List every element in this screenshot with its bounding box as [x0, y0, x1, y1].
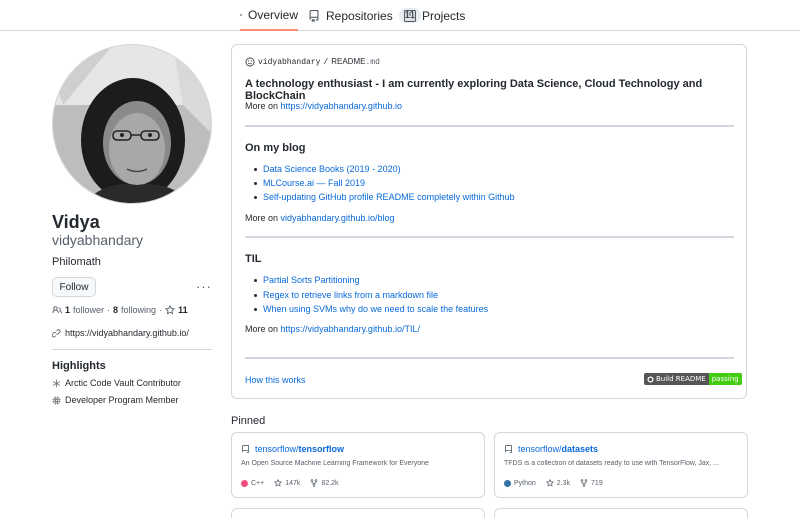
blog-link[interactable]: MLCourse.ai — Fall 2019 [254, 178, 365, 188]
repo-language: C++ [241, 479, 264, 487]
til-link[interactable]: Regex to retrieve links from a markdown … [254, 290, 438, 300]
follow-button[interactable]: Follow [52, 277, 96, 297]
readme-divider [245, 357, 734, 359]
readme-divider [245, 125, 734, 127]
profile-fullname: Vidya [52, 212, 100, 232]
smiley-icon [245, 57, 255, 67]
build-status-badge[interactable]: Build README passing [644, 373, 742, 385]
following-count[interactable]: 8 [113, 305, 118, 315]
language-color-dot [504, 479, 511, 487]
followers-label[interactable]: follower [73, 305, 104, 315]
star-icon [165, 305, 176, 315]
readme-website-link[interactable]: https://vidyabhandary.github.io [281, 101, 402, 111]
readme-path: vidyabhandary / README.md [245, 57, 380, 67]
repo-language: Python [504, 479, 536, 487]
profile-bio: Philomath [52, 256, 101, 268]
profile-username: vidyabhandary [52, 232, 144, 248]
how-this-works-link[interactable]: How this works [245, 375, 306, 385]
pinned-repo-description: An Open Source Machine Learning Framewor… [241, 460, 429, 467]
readme-path-user[interactable]: vidyabhandary [258, 58, 320, 67]
stars-count[interactable]: 11 [178, 305, 188, 315]
til-more-link[interactable]: https://vidyabhandary.github.io/TIL/ [281, 324, 420, 334]
highlights-title: Highlights [52, 360, 106, 372]
til-heading: TIL [245, 253, 262, 265]
readme-path-sep: / [323, 57, 329, 67]
follow-stats: 1 follower · 8 following · 11 [52, 305, 188, 315]
star-icon [545, 479, 554, 487]
pinned-repo-card: tensorflow/datasets TFDS is a collection… [494, 432, 748, 498]
website-link[interactable]: https://vidyabhandary.github.io/ [65, 328, 189, 338]
highlight-label: Developer Program Member [65, 395, 179, 405]
highlight-developer-program[interactable]: Developer Program Member [52, 395, 179, 405]
tab-overview-label: Overview [247, 7, 298, 22]
pinned-repo-link[interactable]: tensorflow/tensorflow [241, 444, 344, 454]
people-icon [52, 306, 62, 314]
blog-link[interactable]: Self-updating GitHub profile README comp… [254, 192, 515, 202]
project-icon [404, 9, 416, 22]
pinned-repo-meta: Python 2.3k 719 [504, 479, 603, 487]
avatar[interactable] [52, 44, 212, 204]
following-label[interactable]: following [121, 305, 156, 315]
star-icon [274, 479, 283, 487]
pinned-repo-card-partial [494, 508, 748, 518]
highlight-arctic-vault[interactable]: Arctic Code Vault Contributor [52, 378, 181, 388]
blog-heading: On my blog [245, 142, 306, 154]
repo-stars[interactable]: 147k [274, 479, 300, 487]
profile-readme: vidyabhandary / README.md A technology e… [231, 44, 747, 399]
profile-website[interactable]: https://vidyabhandary.github.io/ [52, 328, 189, 338]
blog-more-link[interactable]: vidyabhandary.github.io/blog [281, 213, 395, 223]
repo-stars[interactable]: 2.3k [545, 479, 570, 487]
repo-icon [309, 9, 319, 22]
language-color-dot [241, 479, 248, 487]
github-icon [647, 375, 654, 383]
repo-forks[interactable]: 719 [580, 479, 603, 487]
fork-icon [311, 479, 318, 487]
fork-icon [580, 479, 588, 487]
pinned-repo-description: TFDS is a collection of datasets ready t… [504, 460, 720, 467]
profile-tabbar: Overview Repositories 11 Projects [0, 0, 800, 31]
pinned-repo-meta: C++ 147k 82.2k [241, 479, 339, 487]
repo-icon [242, 444, 249, 453]
snowflake-icon [52, 379, 61, 387]
readme-heading: A technology enthusiast - I am currently… [245, 78, 703, 102]
tab-repositories-label: Repositories [326, 8, 393, 23]
tab-overview[interactable]: Overview [240, 0, 298, 31]
pinned-title: Pinned [231, 415, 266, 427]
sidebar-divider [52, 349, 212, 350]
highlight-label: Arctic Code Vault Contributor [65, 378, 181, 388]
link-icon [52, 328, 61, 337]
readme-path-file[interactable]: README.md [331, 57, 380, 67]
book-icon [240, 13, 242, 16]
followers-count[interactable]: 1 [65, 305, 70, 315]
cpu-icon [52, 396, 61, 404]
repo-icon [505, 444, 512, 453]
readme-more-on-3: More on https://vidyabhandary.github.io/… [245, 324, 420, 334]
blog-link[interactable]: Data Science Books (2019 - 2020) [254, 164, 401, 174]
til-link[interactable]: When using SVMs why do we need to scale … [254, 304, 488, 314]
repo-forks[interactable]: 82.2k [310, 479, 339, 487]
readme-more-on-2: More on vidyabhandary.github.io/blog [245, 213, 395, 223]
avatar-photo [53, 45, 211, 203]
readme-more-on-1: More on https://vidyabhandary.github.io [245, 101, 402, 111]
readme-divider [245, 236, 734, 238]
pinned-repo-card-partial [231, 508, 485, 518]
pinned-repo-card: tensorflow/tensorflow An Open Source Mac… [231, 432, 485, 498]
more-options-button[interactable]: ··· [196, 279, 212, 294]
pinned-repo-link[interactable]: tensorflow/datasets [504, 444, 598, 454]
tab-projects[interactable]: Projects [404, 0, 465, 31]
til-link[interactable]: Partial Sorts Partitioning [254, 275, 360, 285]
tab-projects-label: Projects [422, 8, 466, 23]
